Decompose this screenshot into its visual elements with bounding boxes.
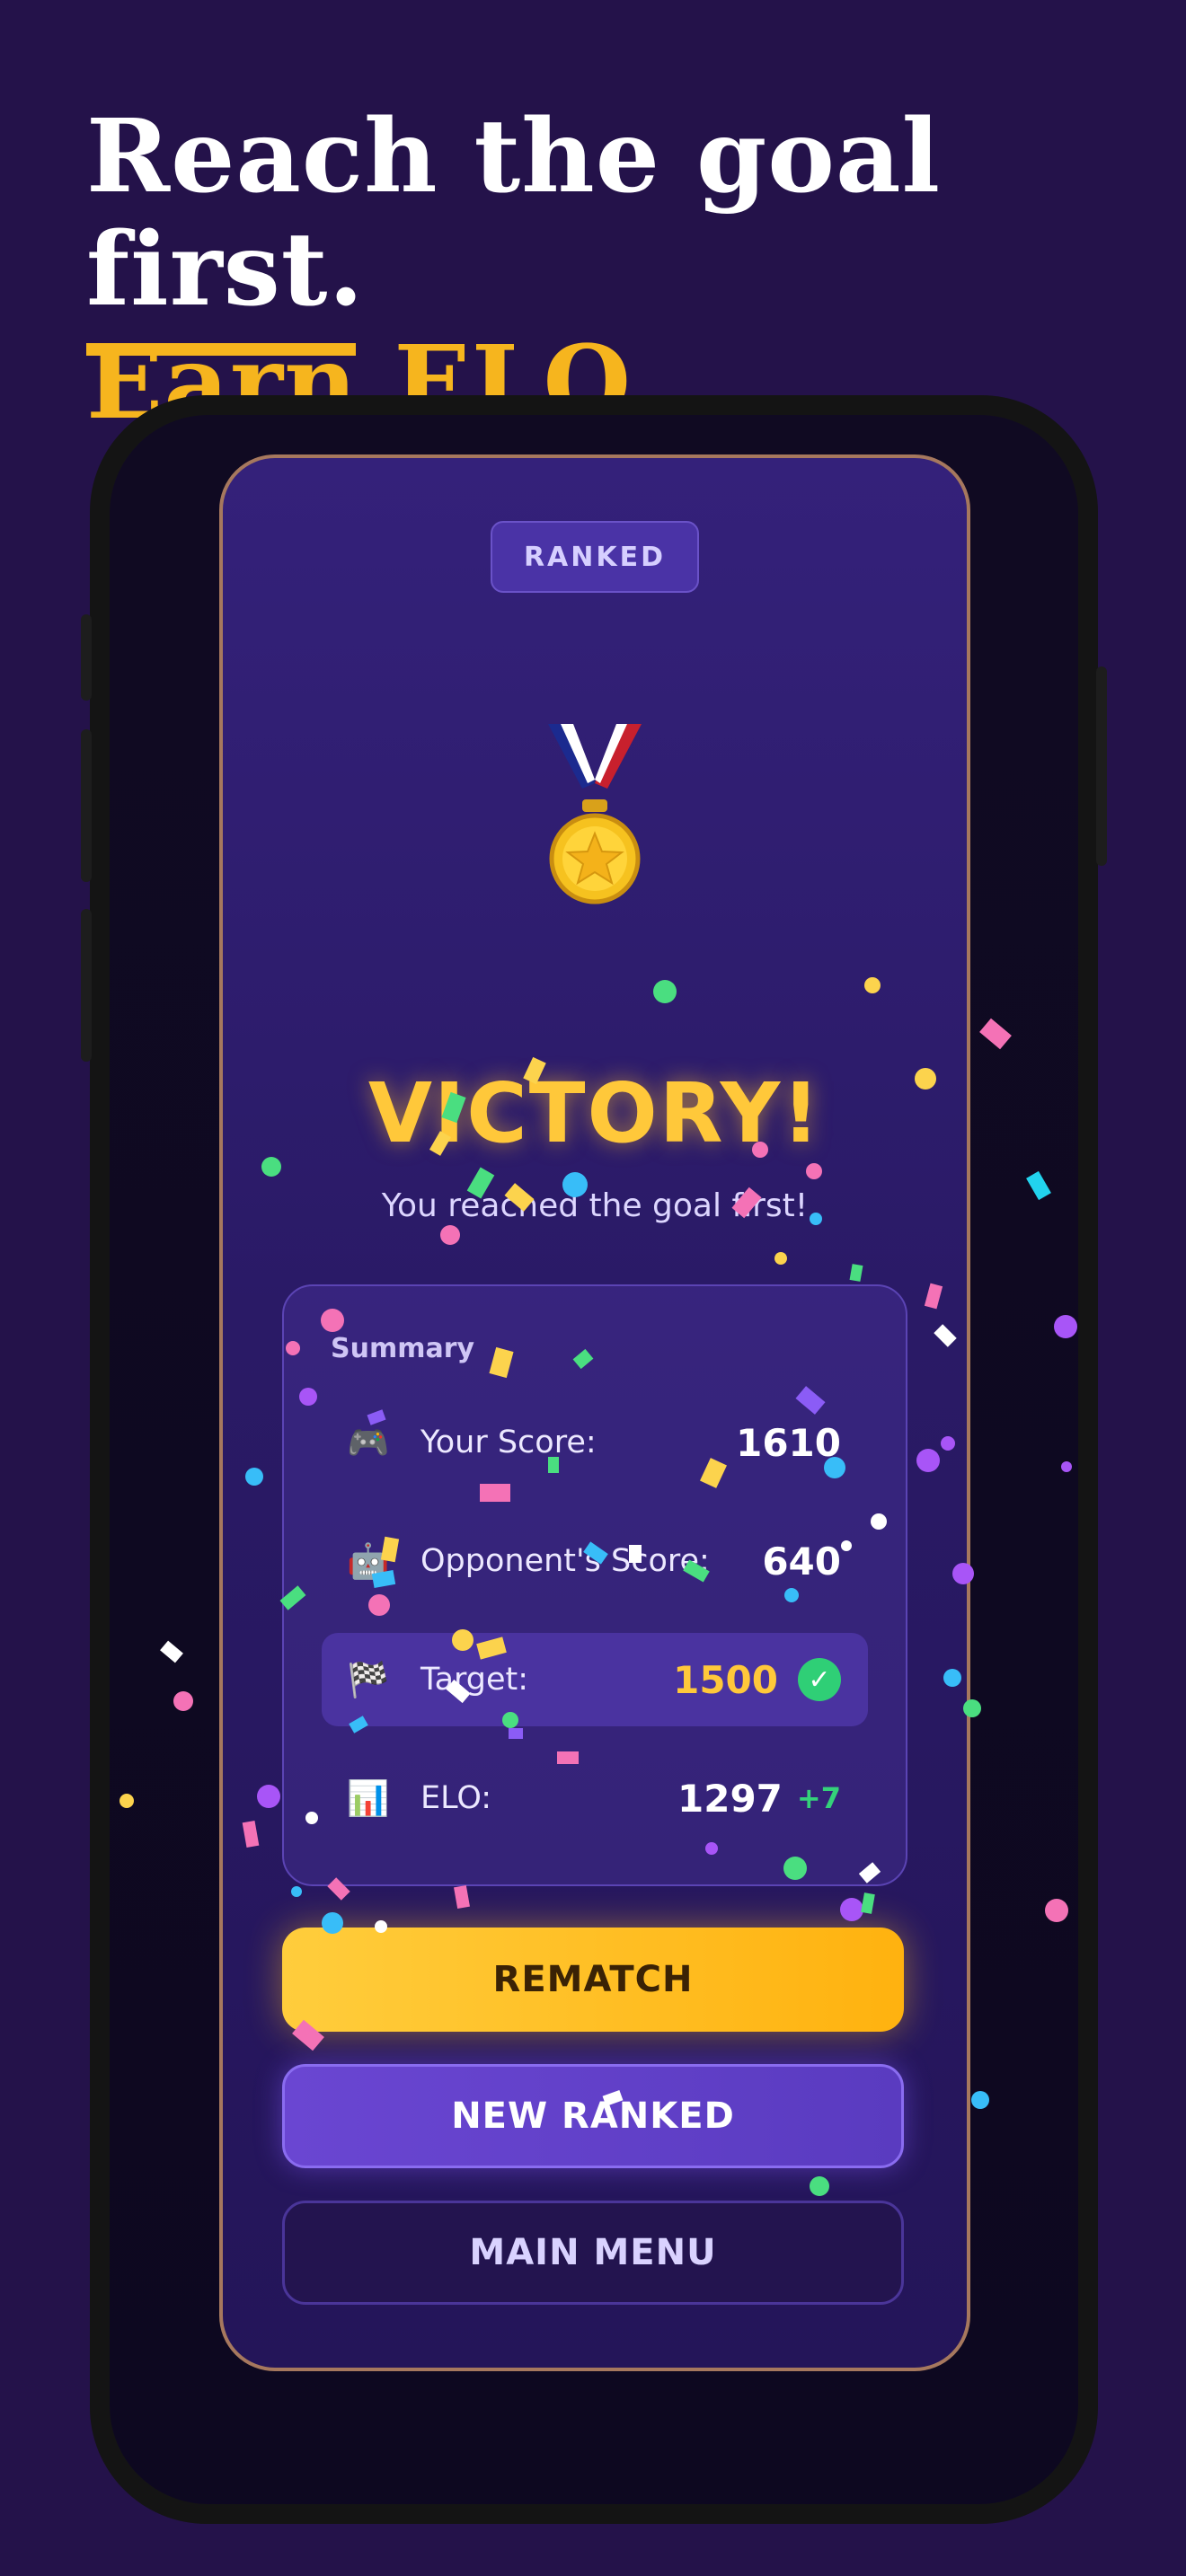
bar-chart-icon: 📊 bbox=[347, 1778, 390, 1818]
new-ranked-button[interactable]: NEW RANKED bbox=[282, 2064, 904, 2168]
medal-icon bbox=[548, 724, 642, 904]
ranked-badge: RANKED bbox=[491, 521, 699, 593]
phone-side-button bbox=[81, 909, 92, 1062]
summary-card: Summary 🎮 Your Score: 1610 🤖 Opponent's … bbox=[282, 1284, 907, 1886]
target-value: 1500 bbox=[673, 1657, 778, 1702]
elo-value: 1297 bbox=[677, 1776, 783, 1821]
your-score-value: 1610 bbox=[736, 1420, 841, 1465]
your-score-label: Your Score: bbox=[420, 1425, 597, 1460]
phone-power-button bbox=[1096, 666, 1107, 866]
check-icon: ✓ bbox=[798, 1658, 841, 1701]
app-screen: RANKED VICTORY! You reached the goal fir… bbox=[219, 454, 970, 2371]
opponent-score-row: 🤖 Opponent's Score: 640 bbox=[322, 1514, 868, 1608]
opponent-score-label: Opponent's Score: bbox=[420, 1543, 710, 1579]
headline: Reach the goal first. Earn ELO. bbox=[86, 101, 1186, 440]
victory-subtitle: You reached the goal first! bbox=[381, 1187, 809, 1224]
checkered-flag-icon: 🏁 bbox=[347, 1659, 390, 1699]
elo-label: ELO: bbox=[420, 1780, 492, 1816]
phone-side-button bbox=[81, 729, 92, 882]
victory-title: VICTORY! bbox=[367, 1065, 822, 1161]
main-menu-button[interactable]: MAIN MENU bbox=[282, 2201, 904, 2305]
elo-row: 📊 ELO: 1297 +7 bbox=[322, 1751, 868, 1845]
target-label: Target: bbox=[420, 1662, 529, 1698]
gamepad-icon: 🎮 bbox=[347, 1422, 390, 1462]
robot-icon: 🤖 bbox=[347, 1540, 390, 1581]
summary-title: Summary bbox=[331, 1333, 475, 1364]
rematch-button[interactable]: REMATCH bbox=[282, 1928, 904, 2032]
phone-side-button bbox=[81, 614, 92, 701]
target-row: 🏁 Target: 1500 ✓ bbox=[322, 1633, 868, 1726]
elo-delta: +7 bbox=[796, 1781, 841, 1815]
opponent-score-value: 640 bbox=[762, 1539, 841, 1584]
headline-line-1: Reach the goal first. bbox=[86, 98, 942, 329]
headline-underline bbox=[86, 343, 356, 356]
your-score-row: 🎮 Your Score: 1610 bbox=[322, 1396, 868, 1489]
